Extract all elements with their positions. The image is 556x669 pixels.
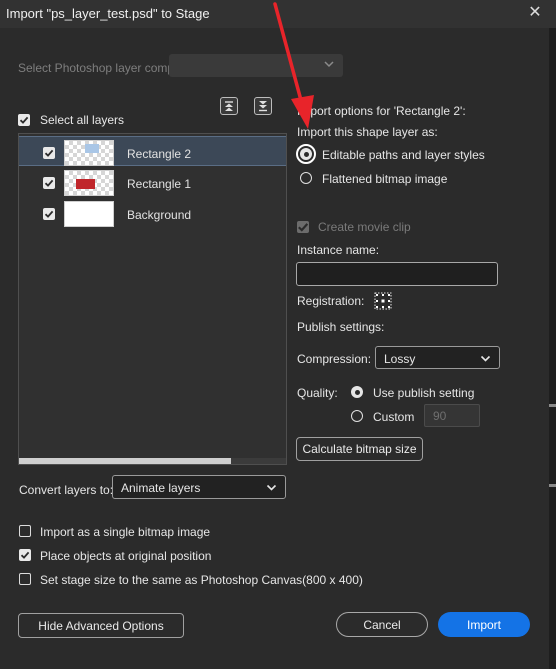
compression-select[interactable]: Lossy <box>375 346 500 369</box>
cancel-button[interactable]: Cancel <box>336 612 428 637</box>
custom-quality-label: Custom <box>373 410 415 424</box>
background-window-edge <box>549 28 556 669</box>
publish-settings-label: Publish settings: <box>297 320 385 334</box>
layer-row-background[interactable]: Background <box>19 198 286 228</box>
layer-name: Rectangle 2 <box>127 147 192 161</box>
checkmark-icon <box>19 116 29 124</box>
layer-comp-select[interactable] <box>169 54 343 77</box>
scrollbar-thumb[interactable] <box>19 458 231 464</box>
registration-grid-icon[interactable] <box>373 291 393 311</box>
chevron-down-icon <box>480 355 491 362</box>
convert-layers-label: Convert layers to: <box>19 483 114 497</box>
layer-checkbox[interactable] <box>43 177 55 189</box>
horizontal-scrollbar[interactable] <box>19 458 286 464</box>
compression-label: Compression: <box>297 352 372 366</box>
instance-name-label: Instance name: <box>297 243 380 257</box>
edge-mark <box>549 404 556 407</box>
custom-quality-input[interactable]: 90 <box>424 404 480 427</box>
use-publish-setting-label: Use publish setting <box>373 386 475 400</box>
create-movie-clip-label: Create movie clip <box>318 220 411 234</box>
stage-size-label: Set stage size to the same as Photoshop … <box>40 573 363 587</box>
editable-paths-label: Editable paths and layer styles <box>322 148 485 162</box>
import-options-heading: Import options for 'Rectangle 2': <box>297 104 466 118</box>
layer-checkbox[interactable] <box>43 208 55 220</box>
layer-name: Rectangle 1 <box>127 177 192 191</box>
flattened-bitmap-radio[interactable] <box>300 172 312 184</box>
edge-mark <box>549 484 556 487</box>
layer-list[interactable]: Rectangle 2 Rectangle 1 Background <box>18 133 287 465</box>
layer-comp-label: Select Photoshop layer comp: <box>18 61 178 75</box>
checkmark-icon <box>44 179 54 187</box>
dialog-title: Import "ps_layer_test.psd" to Stage <box>6 6 210 21</box>
layer-checkbox[interactable] <box>43 147 55 159</box>
registration-label: Registration: <box>297 294 365 308</box>
convert-layers-select[interactable]: Animate layers <box>112 475 286 499</box>
original-position-checkbox[interactable] <box>19 549 31 561</box>
move-bottom-icon <box>259 101 267 112</box>
create-movie-clip-checkbox[interactable] <box>297 221 309 233</box>
single-bitmap-checkbox[interactable] <box>19 525 31 537</box>
layer-row-rectangle-2[interactable]: Rectangle 2 <box>19 136 286 166</box>
layer-thumbnail <box>64 201 114 227</box>
custom-quality-value: 90 <box>433 409 447 423</box>
select-all-label: Select all layers <box>40 113 125 127</box>
layer-thumbnail <box>64 140 114 166</box>
quality-label: Quality: <box>297 386 338 400</box>
checkmark-icon <box>20 551 30 559</box>
chevron-down-icon <box>324 61 334 68</box>
import-as-label: Import this shape layer as: <box>297 125 438 139</box>
import-button[interactable]: Import <box>438 612 530 637</box>
layer-thumbnail <box>64 170 114 196</box>
convert-layers-value: Animate layers <box>121 481 201 495</box>
calculate-bitmap-size-button[interactable]: Calculate bitmap size <box>296 437 423 461</box>
move-to-bottom-button[interactable] <box>254 97 272 115</box>
rectangle-1-preview <box>76 179 95 189</box>
checkmark-icon <box>298 223 309 232</box>
use-publish-setting-radio[interactable] <box>351 386 363 398</box>
checkmark-icon <box>44 210 54 218</box>
close-icon[interactable]: ✕ <box>524 2 546 24</box>
layer-row-rectangle-1[interactable]: Rectangle 1 <box>19 167 286 197</box>
move-top-icon <box>225 101 233 111</box>
rectangle-2-preview <box>85 144 99 153</box>
move-to-top-button[interactable] <box>220 97 238 115</box>
single-bitmap-label: Import as a single bitmap image <box>40 525 211 539</box>
select-all-checkbox[interactable] <box>18 114 30 126</box>
original-position-label: Place objects at original position <box>40 549 212 563</box>
instance-name-input[interactable] <box>296 262 498 286</box>
stage-size-checkbox[interactable] <box>19 573 31 585</box>
compression-value: Lossy <box>384 352 416 366</box>
checkmark-icon <box>44 149 54 157</box>
flattened-bitmap-label: Flattened bitmap image <box>322 172 448 186</box>
custom-quality-radio[interactable] <box>351 410 363 422</box>
layer-name: Background <box>127 208 192 222</box>
editable-paths-radio[interactable] <box>300 148 312 160</box>
hide-advanced-options-button[interactable]: Hide Advanced Options <box>18 613 184 638</box>
chevron-down-icon <box>266 484 277 491</box>
